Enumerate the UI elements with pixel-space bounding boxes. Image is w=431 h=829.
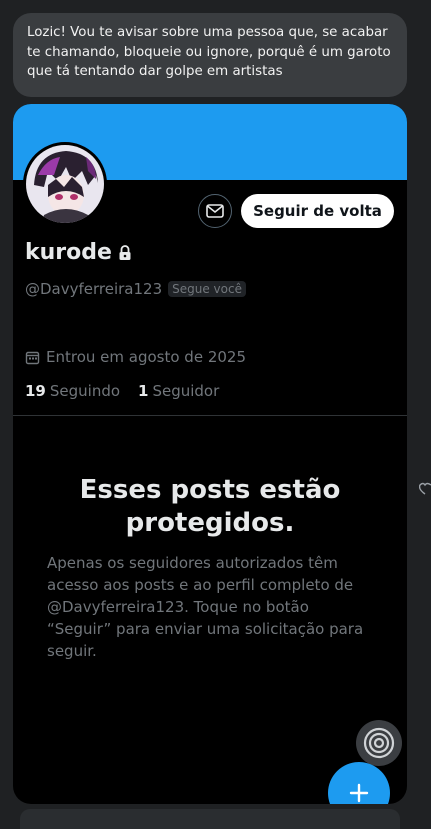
compose-button[interactable]: [328, 762, 390, 804]
next-message-bubble: [20, 809, 400, 829]
following-count: 19: [25, 382, 46, 400]
divider: [13, 415, 407, 416]
heart-icon[interactable]: [418, 481, 431, 501]
envelope-icon: [206, 204, 224, 218]
protected-title: Esses posts estão protegidos.: [79, 475, 341, 538]
profile-name-row: kurode: [25, 240, 132, 265]
following-link[interactable]: 19 Seguindo: [25, 382, 120, 400]
calendar-icon: [25, 351, 40, 364]
handle-row: @Davyferreira123 Segue você: [25, 280, 246, 298]
chat-message-bubble: Lozic! Vou te avisar sobre uma pessoa qu…: [13, 13, 407, 97]
message-button[interactable]: [198, 194, 232, 228]
followers-label: Seguidor: [152, 382, 220, 400]
following-label: Seguindo: [49, 382, 121, 400]
chat-message-text: Lozic! Vou te avisar sobre uma pessoa qu…: [27, 25, 391, 79]
grok-icon: [363, 727, 395, 759]
profile-handle: @Davyferreira123: [25, 280, 163, 298]
follow-stats: 19 Seguindo 1 Seguidor: [25, 382, 219, 400]
grok-button[interactable]: [356, 720, 402, 766]
followers-count: 1: [138, 382, 149, 400]
follows-you-badge: Segue você: [168, 281, 246, 297]
display-name: kurode: [25, 240, 112, 265]
protected-description: Apenas os seguidores autorizados têm ace…: [47, 554, 364, 660]
followers-link[interactable]: 1 Seguidor: [138, 382, 219, 400]
plus-icon: [349, 783, 369, 803]
follow-back-button[interactable]: Seguir de volta: [241, 194, 394, 228]
join-date: Entrou em agosto de 2025: [25, 348, 246, 366]
lock-icon: [119, 244, 131, 260]
avatar-image: [26, 145, 104, 223]
avatar[interactable]: [23, 142, 107, 226]
profile-card[interactable]: Seguir de volta kurode @Davyferreira123 …: [13, 104, 407, 804]
join-date-text: Entrou em agosto de 2025: [46, 348, 246, 366]
